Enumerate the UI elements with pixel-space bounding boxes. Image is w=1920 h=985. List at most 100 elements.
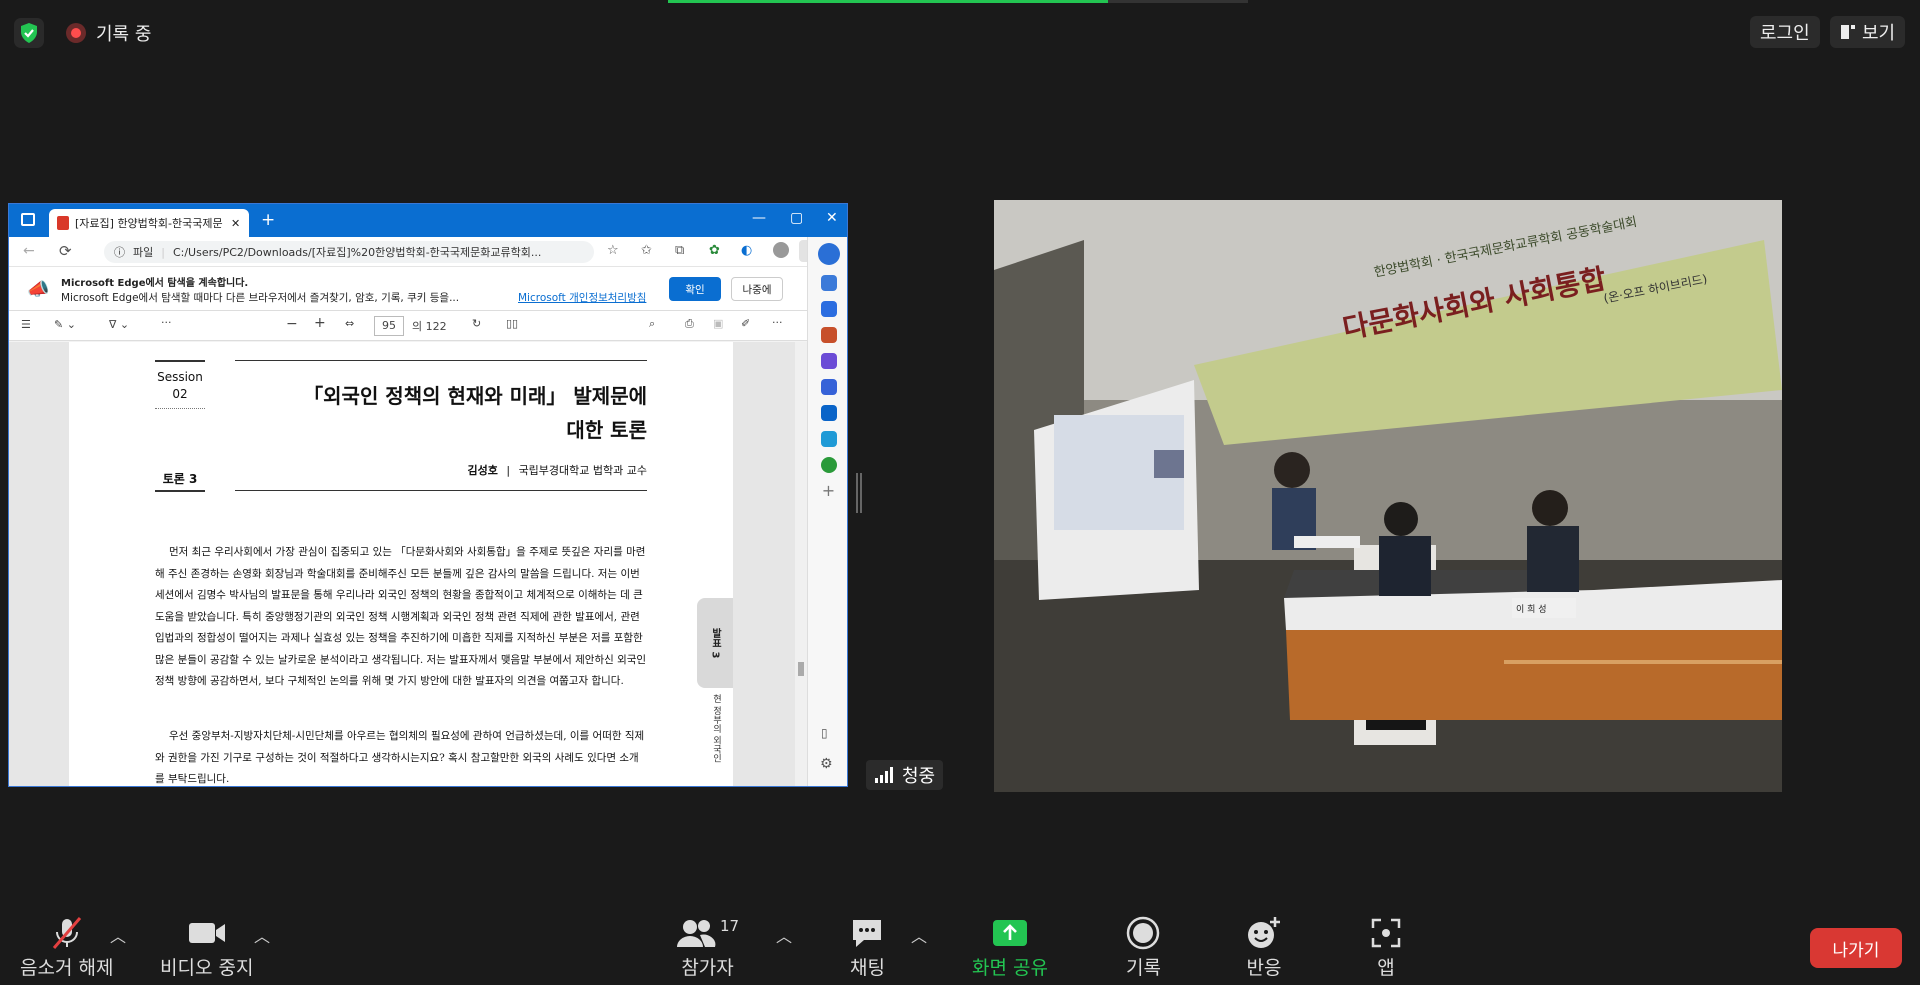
shared-screen: [자료집] 한양법학회-한국국제문 ✕ + — ▢ ✕ ← ⟳ ⓘ 파일 | C… [8,203,848,787]
refresh-icon[interactable]: ⟳ [59,242,72,260]
contents-icon[interactable]: ☰ [21,318,31,331]
page-number-input[interactable]: 95 [374,316,404,336]
highlight-icon[interactable]: ✎ ⌄ [54,318,76,331]
info-icon: ⓘ [114,246,125,259]
zoom-out-icon[interactable]: − [286,316,298,332]
settings-gear-icon[interactable]: ⚙ [820,756,833,772]
shopping-icon[interactable] [820,301,837,317]
fit-page-icon[interactable]: ⇔ [345,317,354,330]
tab-title: [자료집] 한양법학회-한국국제문 [75,217,223,230]
apps-label: 앱 [1377,957,1395,979]
tab-actions-icon[interactable] [21,213,35,226]
tools-icon[interactable] [820,327,837,343]
close-tab-icon[interactable]: ✕ [231,217,240,230]
chat-chevron-icon[interactable]: ︿ [911,923,927,947]
record-button[interactable]: 기록 [1126,913,1161,980]
participants-icon [677,920,716,947]
pdf-title-line2: 대한 토론 [566,418,647,442]
address-bar: ← ⟳ ⓘ 파일 | C:/Users/PC2/Downloads/[자료집]%… [9,237,847,267]
pdf-toolbar: ☰ ✎ ⌄ ∇ ⌄ ··· − + ⇔ 95 의 122 ↻ ▯▯ ⌕ ⎙ ▣ … [9,311,847,341]
url-field[interactable]: ⓘ 파일 | C:/Users/PC2/Downloads/[자료집]%20한양… [104,241,594,263]
browser-tab[interactable]: [자료집] 한양법학회-한국국제문 ✕ [49,209,249,237]
page-view-icon[interactable]: ▯▯ [506,317,518,330]
privacy-link[interactable]: Microsoft 개인정보처리방침 [514,290,647,305]
recording-indicator[interactable]: 기록 중 [66,20,151,46]
reactions-label: 반응 [1246,957,1282,979]
office-icon[interactable] [820,379,837,395]
search-icon[interactable]: ⌕ [649,317,655,331]
megaphone-icon: 📣 [27,279,50,300]
minimize-icon[interactable]: — [752,210,766,226]
stop-video-button[interactable]: 비디오 중지 [160,913,253,980]
outlook-icon[interactable] [820,405,837,421]
share-screen-button[interactable]: 화면 공유 [972,913,1048,980]
games-icon[interactable] [820,353,837,369]
leave-button[interactable]: 나가기 [1810,928,1902,968]
chat-label: 채팅 [850,957,885,979]
chat-button[interactable]: 채팅 [850,913,885,980]
back-icon[interactable]: ← [23,243,35,259]
browser-tabbar: [자료집] 한양법학회-한국국제문 ✕ + — ▢ ✕ [9,204,847,237]
drop-icon[interactable] [820,431,837,447]
pdf-paragraph-2: 우선 중앙부처-지방자치단체-시민단체를 아우르는 협의체의 필요성에 관하여 … [155,730,645,785]
pdf-page-area[interactable]: Session 02 「외국인 정책의 현재와 미래」 발제문에 대한 토론 토… [9,342,807,786]
participants-chevron-icon[interactable]: ︿ [776,923,792,947]
chat-icon [850,913,884,953]
record-label: 기록 [1126,957,1161,979]
collections-icon[interactable]: ⧉ [675,243,684,258]
signal-bars-icon [875,767,893,783]
pdf-icon [57,216,69,230]
unmute-label: 음소거 해제 [20,957,114,979]
reactions-button[interactable]: 반응 [1246,913,1282,980]
favorites-icon[interactable]: ✩ [641,243,652,258]
meeting-toolbar: 음소거 해제 ︿ 비디오 중지 ︿ 17 참가자 ︿ 채팅 ︿ 화면 공유 기록 [0,905,1920,985]
splitter-handle[interactable] [856,473,862,513]
profile-avatar[interactable] [773,242,789,258]
active-speaker-label: 청중 [866,760,944,790]
add-sidebar-icon[interactable]: + [808,481,847,500]
save-icon[interactable]: ▣ [713,317,723,330]
favorite-star-icon[interactable]: ☆ [607,243,619,258]
unmute-button[interactable]: 음소거 해제 [20,913,113,980]
confirm-button[interactable]: 확인 [669,277,721,301]
record-icon [1126,913,1160,953]
view-layout-icon [1841,25,1855,39]
search-sidebar-icon[interactable] [820,275,837,291]
close-window-icon[interactable]: ✕ [826,210,838,226]
view-button[interactable]: 보기 [1830,16,1906,48]
maximize-icon[interactable]: ▢ [790,210,803,226]
edge-icon[interactable]: ◐ [741,243,752,258]
participants-button[interactable]: 17 참가자 [676,913,739,980]
rotate-icon[interactable]: ↻ [472,317,481,330]
more-options-icon[interactable]: ··· [772,316,783,329]
nameplate: 이 희 성 [1516,605,1547,615]
extensions-icon[interactable]: ✿ [709,243,720,258]
tree-icon[interactable] [820,457,837,473]
pdf-title-line1: 「외국인 정책의 현재와 미래」 발제문에 [303,384,647,408]
video-feed[interactable]: 한양법학회 · 한국국제문화교류학회 공동학술대회 다문화사회와 사회통합 (온… [994,200,1782,792]
pdf-scrollbar[interactable] [795,342,807,786]
session-number: 02 [172,387,188,401]
author-name: 김성호 [467,464,498,477]
section-side-text: 현 정부의 외국인 [711,694,721,763]
bing-icon[interactable] [817,243,840,265]
apps-button[interactable]: 앱 [1370,913,1402,980]
pdf-scroll-thumb[interactable] [798,662,804,676]
later-button[interactable]: 나중에 [731,277,783,301]
smiley-plus-icon [1246,913,1282,953]
print-icon[interactable]: ⎙ [685,317,694,331]
save-as-icon[interactable]: ✐ [741,317,750,330]
draw-icon[interactable]: ∇ ⌄ [109,318,129,331]
login-button[interactable]: 로그인 [1750,16,1820,48]
participants-label: 참가자 [681,957,734,979]
new-tab-icon[interactable]: + [261,210,275,230]
sidebar-layout-icon[interactable]: ▯ [821,726,828,740]
top-bar: 기록 중 로그인 보기 [0,0,1920,62]
security-shield-icon[interactable] [14,18,44,48]
video-options-chevron-icon[interactable]: ︿ [254,923,270,947]
pdf-page: Session 02 「외국인 정책의 현재와 미래」 발제문에 대한 토론 토… [69,342,733,786]
zoom-in-icon[interactable]: + [314,315,326,331]
share-screen-label: 화면 공유 [972,957,1048,979]
audio-options-chevron-icon[interactable]: ︿ [110,923,126,947]
more-tools-icon[interactable]: ··· [161,316,172,329]
